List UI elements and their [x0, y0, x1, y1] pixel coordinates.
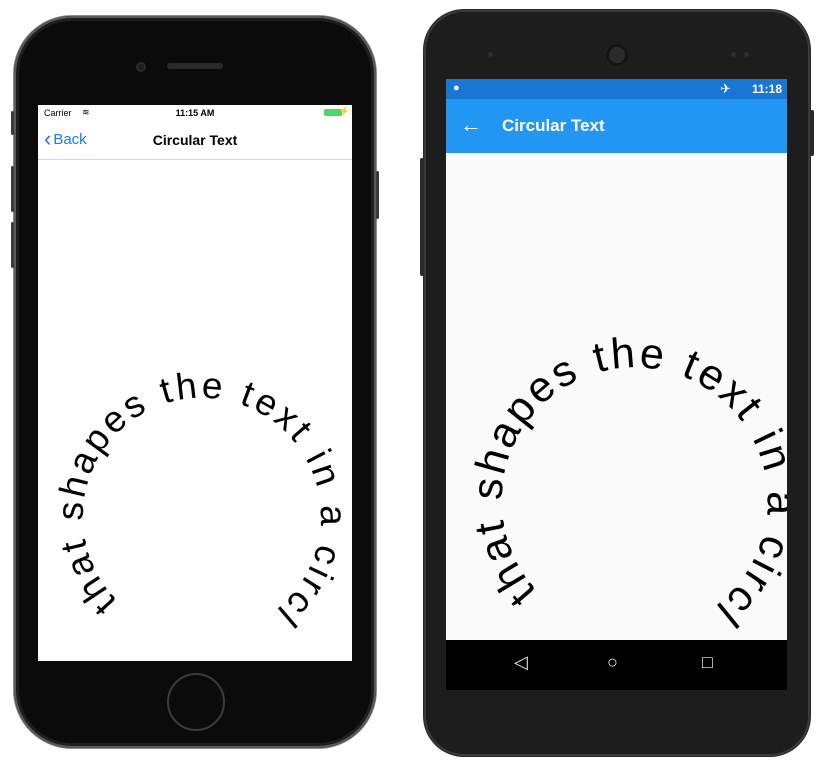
android-app-bar: ← Circular Text	[446, 99, 787, 153]
ios-status-bar: Carrier ≋ 11:15 AM ⚡	[38, 105, 352, 121]
iphone-device: Carrier ≋ 11:15 AM ⚡ ‹ Back Circular Text…	[11, 16, 379, 748]
back-triangle-icon[interactable]: ◁	[514, 652, 528, 673]
ios-circle-text: that shapes the text in a circle	[38, 160, 352, 635]
airplane-mode-icon: ✈	[720, 81, 731, 96]
proximity-sensor	[488, 52, 493, 57]
svg-text:that shapes the text in a circ: that shapes the text in a circle	[446, 153, 787, 633]
status-time: 11:15 AM	[175, 108, 215, 118]
recents-square-icon[interactable]: □	[702, 652, 713, 673]
arrow-back-icon[interactable]: ←	[460, 112, 482, 138]
charging-icon: ⚡	[338, 106, 350, 116]
android-notification-icon: ●	[453, 82, 460, 94]
earpiece-speaker	[167, 63, 223, 69]
home-button[interactable]	[167, 673, 225, 731]
front-camera	[606, 44, 628, 66]
android-circle-text: that shapes the text in a circle	[446, 153, 787, 633]
android-status-bar: ● ✈ 11:18	[446, 79, 787, 99]
android-device: ● ✈ 11:18 ← Circular Text that shapes th…	[420, 10, 814, 756]
light-sensor-2	[744, 52, 749, 57]
iphone-volume-up-button	[11, 166, 14, 212]
home-circle-icon[interactable]: ○	[607, 652, 618, 673]
svg-text:that shapes the text in a circ: that shapes the text in a circle	[38, 160, 352, 635]
page-title: Circular Text	[502, 116, 605, 135]
ios-circular-text: that shapes the text in a circle	[38, 160, 352, 635]
iphone-power-button	[376, 171, 379, 219]
ios-navigation-bar: ‹ Back Circular Text	[38, 121, 352, 160]
page-title: Circular Text	[152, 132, 238, 148]
android-navigation-bar: ◁ ○ □	[446, 640, 787, 690]
iphone-volume-down-button	[11, 222, 14, 268]
android-circular-text: that shapes the text in a circle	[446, 153, 787, 633]
iphone-mute-switch	[11, 111, 14, 135]
ios-screen: Carrier ≋ 11:15 AM ⚡ ‹ Back Circular Text…	[38, 105, 352, 661]
android-volume-button	[810, 110, 814, 156]
status-time: 11:18	[751, 82, 782, 96]
front-camera	[136, 62, 146, 72]
light-sensor	[731, 52, 736, 57]
android-power-button	[420, 158, 424, 276]
android-screen: ● ✈ 11:18 ← Circular Text that shapes th…	[446, 79, 787, 690]
